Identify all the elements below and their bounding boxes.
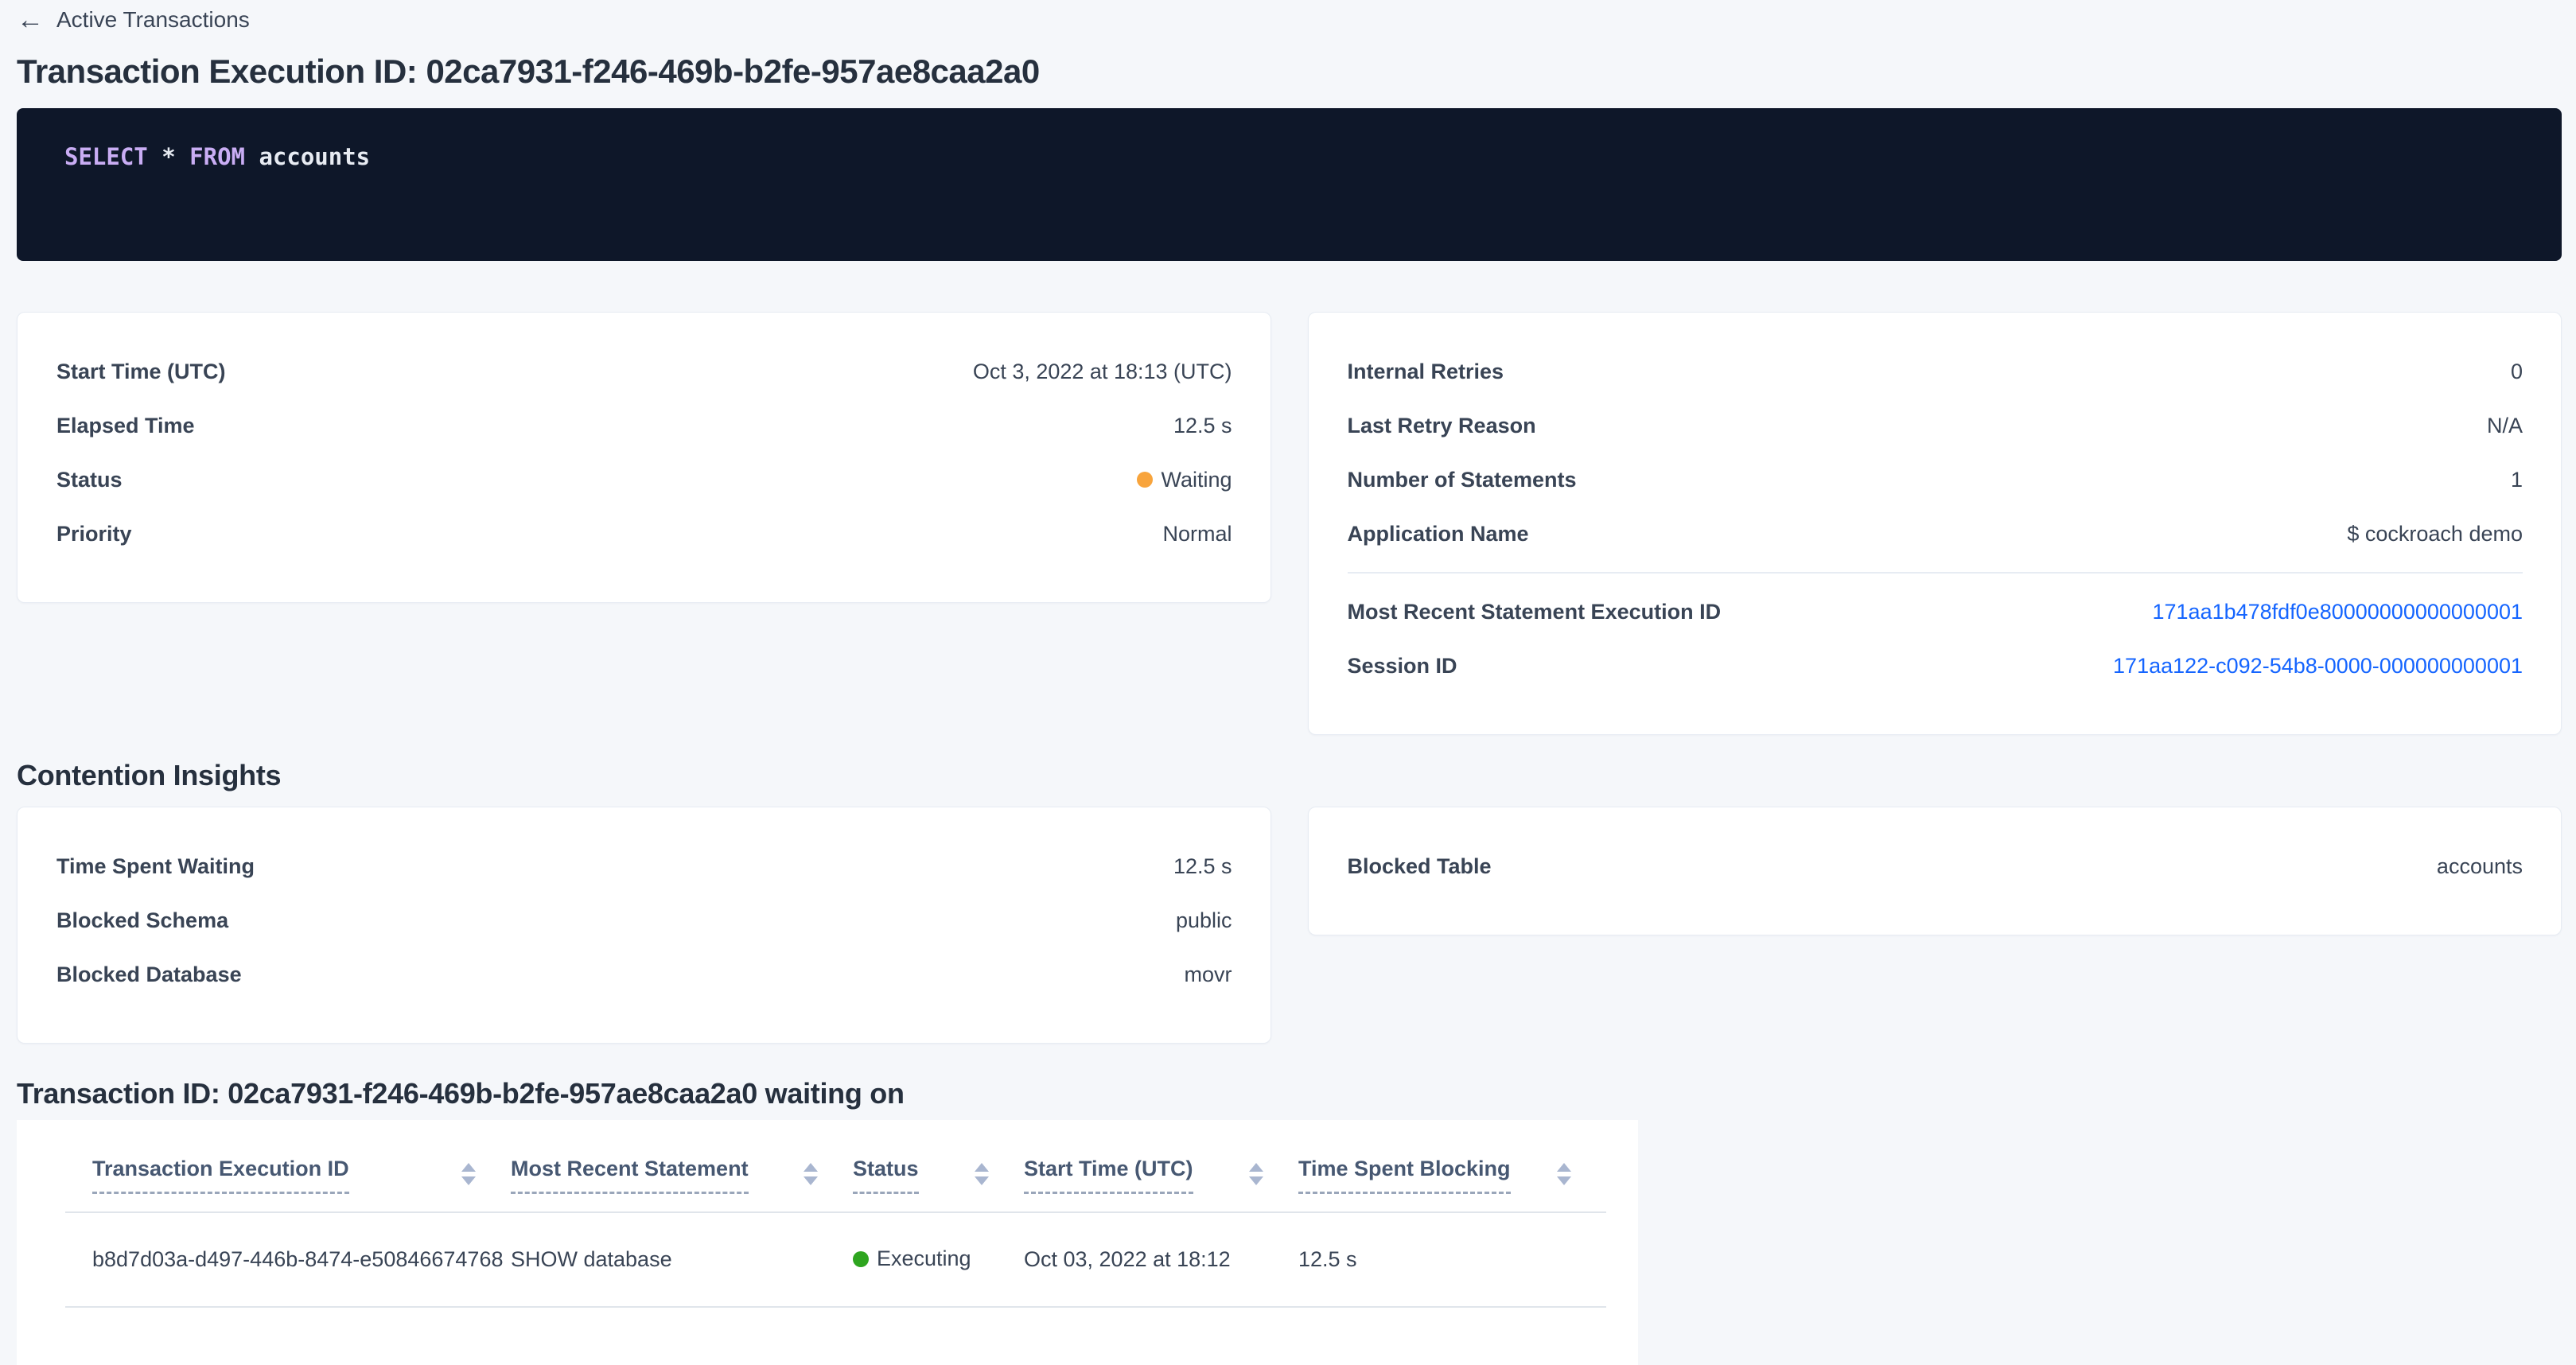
card-divider	[1348, 572, 2523, 574]
table-header-row: Transaction Execution ID Most Recent Sta…	[65, 1120, 1606, 1212]
kv-label: Application Name	[1348, 522, 1529, 546]
kv-row-application-name: Application Name $ cockroach demo	[1348, 507, 2523, 561]
cell-time-spent-blocking: 12.5 s	[1298, 1212, 1606, 1307]
kv-label: Start Time (UTC)	[56, 360, 226, 384]
kv-value: 12.5 s	[1173, 854, 1232, 879]
kv-label: Blocked Database	[56, 962, 242, 987]
status-badge-waiting: Waiting	[1137, 468, 1232, 492]
executing-status-dot-icon	[853, 1251, 869, 1267]
kv-value: 0	[2511, 360, 2523, 384]
sql-table-name: accounts	[245, 143, 370, 170]
column-header-label: Start Time (UTC)	[1024, 1157, 1193, 1194]
back-link-label: Active Transactions	[56, 7, 250, 33]
contention-card-right: Blocked Table accounts	[1308, 807, 2562, 935]
column-header-time-spent-blocking[interactable]: Time Spent Blocking	[1298, 1120, 1606, 1212]
sort-arrows-icon	[1249, 1157, 1263, 1185]
sort-arrows-icon	[1557, 1157, 1571, 1185]
contention-insights-heading: Contention Insights	[17, 759, 2562, 792]
kv-row-priority: Priority Normal	[56, 507, 1232, 561]
back-arrow-icon: ←	[17, 6, 44, 33]
summary-card-left: Start Time (UTC) Oct 3, 2022 at 18:13 (U…	[17, 312, 1271, 603]
kv-row-status: Status Waiting	[56, 453, 1232, 507]
column-header-transaction-execution-id[interactable]: Transaction Execution ID	[65, 1120, 511, 1212]
kv-value: N/A	[2487, 414, 2523, 438]
waiting-on-heading: Transaction ID: 02ca7931-f246-469b-b2fe-…	[17, 1077, 2562, 1110]
kv-row-last-retry-reason: Last Retry Reason N/A	[1348, 399, 2523, 453]
kv-row-start-time: Start Time (UTC) Oct 3, 2022 at 18:13 (U…	[56, 344, 1232, 399]
kv-label: Number of Statements	[1348, 468, 1577, 492]
kv-label: Most Recent Statement Execution ID	[1348, 600, 1722, 624]
statement-execution-id-link[interactable]: 171aa1b478fdf0e80000000000000001	[2153, 600, 2523, 624]
kv-value: public	[1176, 908, 1232, 933]
cell-start-time: Oct 03, 2022 at 18:12	[1024, 1212, 1298, 1307]
kv-value: Normal	[1162, 522, 1232, 546]
kv-row-number-of-statements: Number of Statements 1	[1348, 453, 2523, 507]
page-title: Transaction Execution ID: 02ca7931-f246-…	[17, 52, 2562, 91]
cell-status: Executing	[853, 1212, 1024, 1307]
column-header-label: Status	[853, 1157, 919, 1194]
table-row: b8d7d03a-d497-446b-8474-e50846674768 SHO…	[65, 1212, 1606, 1307]
session-id-link[interactable]: 171aa122-c092-54b8-0000-000000000001	[2113, 654, 2523, 679]
column-header-status[interactable]: Status	[853, 1120, 1024, 1212]
column-header-most-recent-statement[interactable]: Most Recent Statement	[511, 1120, 853, 1212]
waiting-on-table-card: Transaction Execution ID Most Recent Sta…	[17, 1120, 1638, 1365]
sql-star: *	[148, 143, 189, 170]
kv-row-session-id: Session ID 171aa122-c092-54b8-0000-00000…	[1348, 639, 2523, 693]
kv-row-statement-execution-id: Most Recent Statement Execution ID 171aa…	[1348, 585, 2523, 639]
kv-value: $ cockroach demo	[2347, 522, 2523, 546]
contention-card-left: Time Spent Waiting 12.5 s Blocked Schema…	[17, 807, 1271, 1044]
page: ← Active Transactions Transaction Execut…	[0, 0, 2576, 1365]
kv-label: Elapsed Time	[56, 414, 195, 438]
kv-value: Oct 3, 2022 at 18:13 (UTC)	[973, 360, 1232, 384]
kv-value: accounts	[2437, 854, 2523, 879]
kv-value: 1	[2511, 468, 2523, 492]
sql-statement: SELECT * FROM accounts	[64, 143, 2530, 170]
waiting-on-table: Transaction Execution ID Most Recent Sta…	[65, 1120, 1606, 1308]
kv-row-blocked-database: Blocked Database movr	[56, 947, 1232, 1001]
sql-keyword-select: SELECT	[64, 143, 148, 170]
waiting-status-dot-icon	[1137, 472, 1153, 488]
kv-label: Internal Retries	[1348, 360, 1504, 384]
kv-row-blocked-schema: Blocked Schema public	[56, 893, 1232, 947]
sort-arrows-icon	[975, 1157, 989, 1185]
column-header-label: Time Spent Blocking	[1298, 1157, 1511, 1194]
status-text: Waiting	[1161, 468, 1232, 492]
cell-most-recent-statement: SHOW database	[511, 1212, 853, 1307]
kv-label: Session ID	[1348, 654, 1457, 679]
sql-statement-box: SELECT * FROM accounts	[17, 108, 2562, 261]
kv-label: Last Retry Reason	[1348, 414, 1536, 438]
status-text: Executing	[877, 1246, 971, 1271]
sql-keyword-from: FROM	[189, 143, 245, 170]
kv-row-time-spent-waiting: Time Spent Waiting 12.5 s	[56, 839, 1232, 893]
contention-cards-row: Time Spent Waiting 12.5 s Blocked Schema…	[17, 807, 2562, 1044]
column-header-start-time[interactable]: Start Time (UTC)	[1024, 1120, 1298, 1212]
sort-arrows-icon	[461, 1157, 476, 1185]
summary-cards-row: Start Time (UTC) Oct 3, 2022 at 18:13 (U…	[17, 312, 2562, 735]
column-header-label: Transaction Execution ID	[92, 1157, 349, 1194]
kv-row-blocked-table: Blocked Table accounts	[1348, 839, 2523, 893]
kv-label: Blocked Schema	[56, 908, 228, 933]
kv-label: Status	[56, 468, 123, 492]
column-header-label: Most Recent Statement	[511, 1157, 749, 1194]
sort-arrows-icon	[804, 1157, 818, 1185]
back-link-active-transactions[interactable]: ← Active Transactions	[17, 6, 250, 33]
cell-transaction-execution-id: b8d7d03a-d497-446b-8474-e50846674768	[65, 1212, 511, 1307]
kv-label: Time Spent Waiting	[56, 854, 255, 879]
kv-value: movr	[1185, 962, 1232, 987]
summary-card-right: Internal Retries 0 Last Retry Reason N/A…	[1308, 312, 2562, 735]
kv-value: 12.5 s	[1173, 414, 1232, 438]
kv-row-elapsed-time: Elapsed Time 12.5 s	[56, 399, 1232, 453]
kv-label: Priority	[56, 522, 132, 546]
status-badge-executing: Executing	[853, 1246, 971, 1271]
kv-row-internal-retries: Internal Retries 0	[1348, 344, 2523, 399]
kv-label: Blocked Table	[1348, 854, 1492, 879]
